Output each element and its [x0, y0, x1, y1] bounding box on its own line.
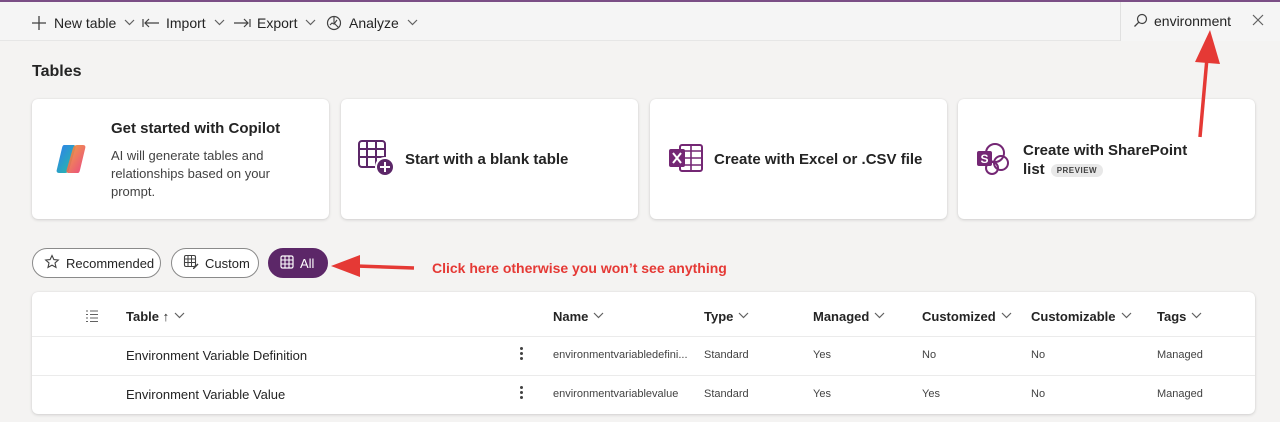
cell-tags: Managed: [1157, 349, 1203, 361]
cell-customized: Yes: [922, 388, 940, 400]
chevron-down-icon: [1121, 311, 1132, 322]
column-header-managed[interactable]: Managed: [813, 309, 885, 324]
cell-name: environmentvariablevalue: [553, 388, 679, 400]
more-options-icon[interactable]: [516, 384, 526, 404]
annotation-arrow-up: [1198, 57, 1209, 138]
column-header-label: Managed: [813, 309, 870, 324]
cell-managed: Yes: [813, 349, 831, 361]
chevron-down-icon: [738, 311, 749, 322]
cell-name: environmentvariabledefini...: [553, 349, 688, 361]
column-header-customizable[interactable]: Customizable: [1031, 309, 1132, 324]
cell-customizable: No: [1031, 388, 1046, 400]
column-header-label: Customized: [922, 309, 996, 324]
column-header-customized[interactable]: Customized: [922, 309, 1012, 324]
chevron-down-icon: [1191, 311, 1202, 322]
cell-customized: No: [922, 349, 937, 361]
tables-grid: Table ↑ Name Type Managed Customized Cus…: [32, 292, 1255, 414]
cell-table[interactable]: Environment Variable Value: [126, 387, 285, 402]
cell-type: Standard: [704, 349, 749, 361]
chevron-down-icon: [1001, 311, 1012, 322]
cell-table[interactable]: Environment Variable Definition: [126, 348, 307, 363]
table-row[interactable]: Environment Variable Value environmentva…: [32, 375, 1255, 414]
column-header-table[interactable]: Table ↑: [126, 309, 185, 324]
cell-type: Standard: [704, 388, 749, 400]
column-header-type[interactable]: Type: [704, 309, 749, 324]
annotation-arrowhead-up: [1195, 30, 1220, 64]
table-row[interactable]: Environment Variable Definition environm…: [32, 336, 1255, 375]
annotation-text: Click here otherwise you won’t see anyth…: [432, 260, 727, 276]
cell-customizable: No: [1031, 349, 1046, 361]
column-header-label: Name: [553, 309, 589, 324]
column-header-label: Table ↑: [126, 309, 170, 324]
cell-tags: Managed: [1157, 388, 1203, 400]
column-header-label: Customizable: [1031, 309, 1116, 324]
chevron-down-icon: [874, 311, 885, 322]
column-header-label: Tags: [1157, 309, 1187, 324]
chevron-down-icon: [174, 311, 185, 322]
column-header-name[interactable]: Name: [553, 309, 604, 324]
cell-managed: Yes: [813, 388, 831, 400]
more-options-icon[interactable]: [516, 345, 526, 365]
column-header-tags[interactable]: Tags: [1157, 309, 1202, 324]
column-header-label: Type: [704, 309, 734, 324]
annotation-arrowhead-left: [331, 255, 360, 277]
list-view-icon[interactable]: [85, 309, 99, 328]
chevron-down-icon: [593, 311, 604, 322]
annotation-arrow-left: [355, 264, 415, 270]
